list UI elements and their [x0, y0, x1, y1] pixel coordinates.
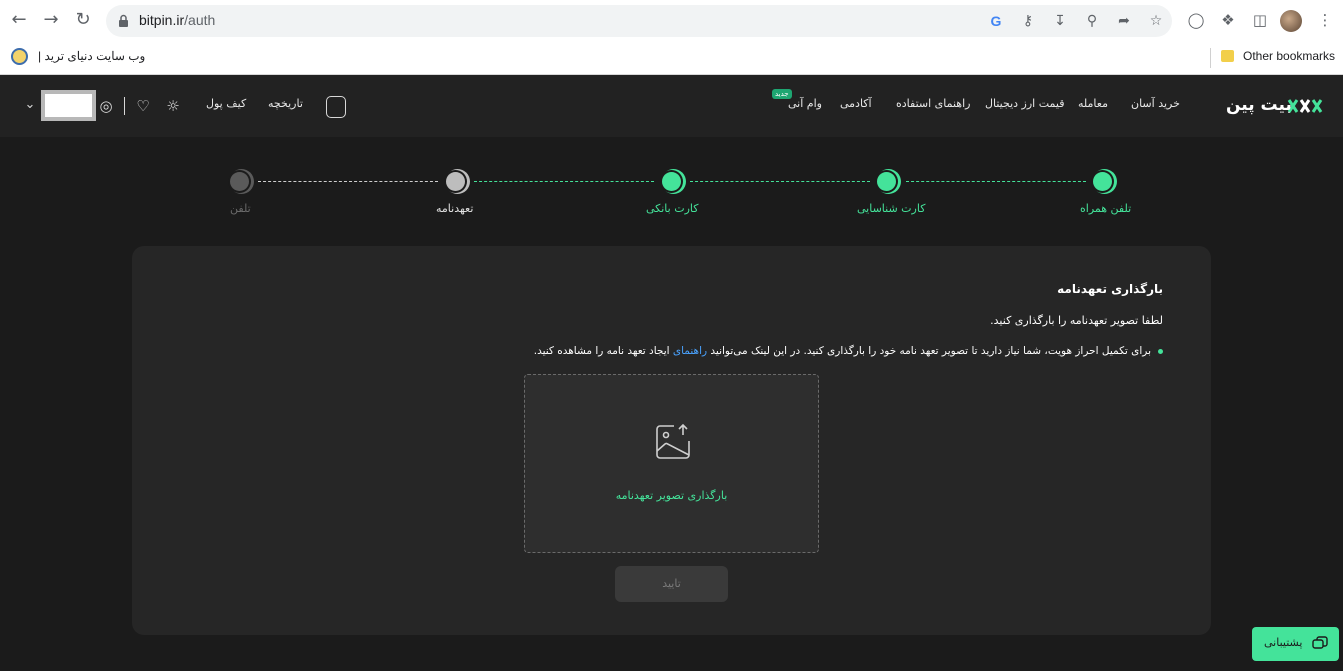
upload-dropzone[interactable]: بارگذاری تصویر تعهدنامه [524, 374, 819, 553]
other-bookmarks[interactable]: Other bookmarks [1243, 49, 1335, 63]
menu-kebab-icon[interactable]: ⋮ [1315, 10, 1335, 30]
step-connector [474, 181, 654, 182]
menu-trade[interactable]: معامله [1078, 97, 1108, 110]
site-header: بیت پین خرید آسان معامله قیمت ارز دیجیتا… [0, 75, 1343, 137]
star-icon[interactable]: ☆ [1148, 13, 1164, 29]
site-logo[interactable]: بیت پین [1226, 95, 1292, 115]
menu-instant-loan[interactable]: وام آنی [788, 97, 822, 110]
guide-link[interactable]: راهنمای [673, 345, 707, 357]
zoom-icon[interactable]: ⚲ [1084, 13, 1100, 29]
logo-mark-icon [1287, 99, 1323, 113]
bookmark-item[interactable]: وب سایت دنیای ترید | [38, 49, 145, 63]
step-connector [258, 181, 438, 182]
url-text: bitpin.ir/auth [139, 12, 216, 28]
bookmark-favicon-icon[interactable] [11, 48, 28, 65]
bookmarks-bar: وب سایت دنیای ترید | Other bookmarks [0, 42, 1343, 75]
bookmark-divider [1210, 48, 1211, 68]
forward-arrow-icon[interactable]: → [40, 9, 62, 31]
lock-icon [119, 14, 128, 27]
puzzle-icon[interactable]: ❖ [1218, 10, 1238, 30]
step-dot-commitment [446, 172, 465, 191]
wallet-link[interactable]: کیف پول [206, 97, 246, 110]
menu-guide[interactable]: راهنمای استفاده [896, 97, 970, 110]
install-app-icon[interactable]: ↧ [1052, 13, 1068, 29]
bell-icon[interactable]: ♡ [134, 97, 152, 115]
profile-avatar[interactable] [1280, 10, 1302, 32]
reload-icon[interactable]: ↻ [72, 9, 94, 31]
step-dot-phone [230, 172, 249, 191]
folder-icon [1221, 50, 1234, 62]
extension-shield-icon[interactable]: ◯ [1186, 10, 1206, 30]
chat-icon [1312, 636, 1328, 649]
note-text-end: ایجاد تعهد نامه را مشاهده کنید. [533, 345, 673, 357]
note-text: برای تکمیل احراز هویت، شما نیاز دارید تا… [707, 345, 1151, 357]
sun-icon[interactable]: ☼ [164, 97, 182, 115]
step-connector [690, 181, 870, 182]
menu-crypto-prices[interactable]: قیمت ارز دیجیتال [985, 97, 1064, 110]
step-label-phone: تلفن [230, 202, 251, 215]
chevron-down-icon[interactable]: ⌄ [22, 97, 38, 113]
bullet-dot [1158, 348, 1163, 354]
support-button[interactable]: پشتیبانی [1252, 627, 1339, 661]
new-badge: جدید [772, 89, 792, 99]
google-icon[interactable]: G [988, 13, 1004, 29]
upload-label[interactable]: بارگذاری تصویر تعهدنامه [525, 489, 818, 502]
confirm-button[interactable]: تایید [615, 566, 728, 602]
app-download-icon[interactable] [326, 96, 346, 118]
step-dot-mobile [1093, 172, 1112, 191]
step-label-mobile: تلفن همراه [1080, 202, 1132, 215]
image-upload-icon [656, 423, 690, 459]
upload-card: بارگذاری تعهدنامه لطفا تصویر تعهدنامه را… [132, 246, 1211, 635]
support-label: پشتیبانی [1264, 636, 1303, 649]
card-note: برای تکمیل احراز هویت، شما نیاز دارید تا… [534, 345, 1163, 357]
card-subtitle: لطفا تصویر تعهدنامه را بارگذاری کنید. [990, 314, 1163, 327]
side-panel-icon[interactable]: ◫ [1250, 10, 1270, 30]
history-link[interactable]: تاریخچه [268, 97, 303, 110]
key-icon[interactable]: ⚷ [1020, 13, 1036, 29]
step-label-id-card: کارت شناسایی [857, 202, 926, 215]
browser-toolbar: ← → ↻ bitpin.ir/auth G ⚷ ↧ ⚲ ➦ ☆ ◯ ❖ ◫ ⋮ [0, 0, 1343, 42]
user-name-box[interactable] [41, 90, 96, 121]
header-divider [124, 97, 125, 115]
card-title: بارگذاری تعهدنامه [1057, 282, 1163, 296]
back-arrow-icon[interactable]: ← [8, 9, 30, 31]
user-icon[interactable]: ◎ [97, 97, 115, 115]
step-label-bank-card: کارت بانکی [646, 202, 699, 215]
address-bar[interactable]: bitpin.ir/auth G ⚷ ↧ ⚲ ➦ ☆ [106, 5, 1172, 37]
share-icon[interactable]: ➦ [1116, 13, 1132, 29]
menu-academy[interactable]: آکادمی [840, 97, 872, 110]
menu-easy-buy[interactable]: خرید آسان [1131, 97, 1180, 110]
step-dot-bank-card [662, 172, 681, 191]
step-label-commitment: تعهدنامه [436, 202, 474, 215]
step-connector [906, 181, 1086, 182]
step-dot-id-card [877, 172, 896, 191]
